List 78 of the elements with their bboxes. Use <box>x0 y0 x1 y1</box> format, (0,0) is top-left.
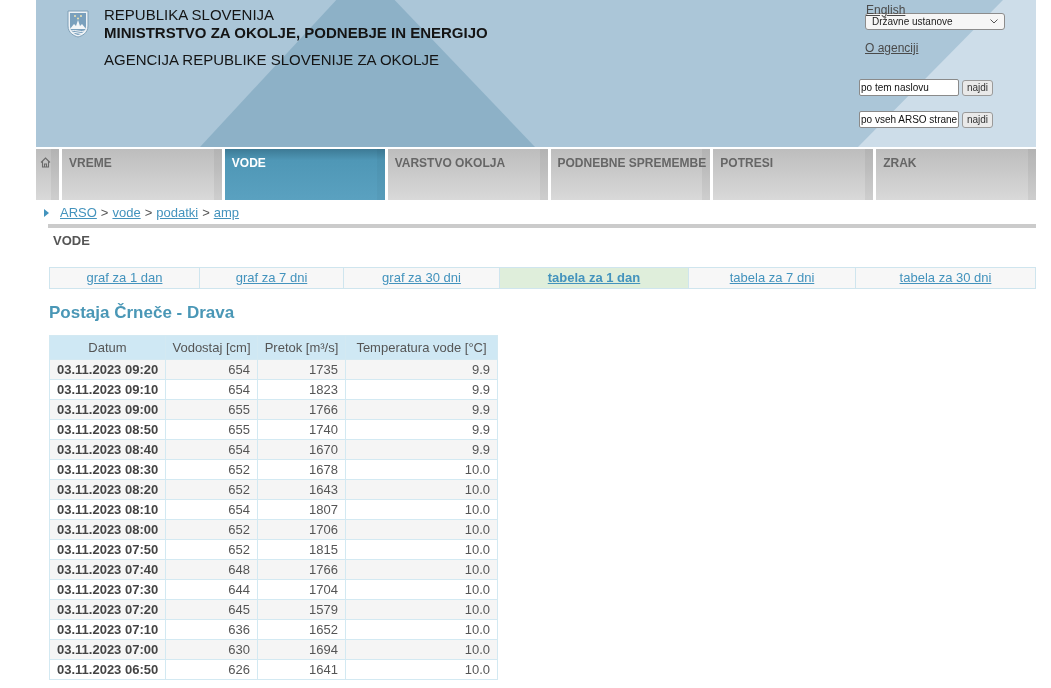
nav-tab[interactable]: VODE <box>224 149 385 200</box>
table-cell: 654 <box>165 499 258 520</box>
about-link[interactable]: O agenciji <box>865 41 919 55</box>
date-cell: 03.11.2023 08:10 <box>49 499 166 520</box>
table-cell: 1815 <box>257 539 346 560</box>
table-cell: 636 <box>165 619 258 640</box>
table-cell: 10.0 <box>345 579 498 600</box>
table-cell: 9.9 <box>345 419 498 440</box>
table-cell: 10.0 <box>345 459 498 480</box>
date-cell: 03.11.2023 07:10 <box>49 619 166 640</box>
table-cell: 10.0 <box>345 539 498 560</box>
table-cell: 1740 <box>257 419 346 440</box>
date-cell: 03.11.2023 09:00 <box>49 399 166 420</box>
breadcrumb-separator: > <box>100 205 109 221</box>
table-cell: 1704 <box>257 579 346 600</box>
view-tab[interactable]: tabela za 1 dan <box>500 268 689 288</box>
column-header: Vodostaj [cm] <box>165 335 258 360</box>
nav-tab[interactable]: VREME <box>62 149 222 200</box>
date-cell: 03.11.2023 08:40 <box>49 439 166 460</box>
view-tab[interactable]: graf za 1 dan <box>50 268 200 288</box>
agency-name: AGENCIJA REPUBLIKE SLOVENIJE ZA OKOLJE <box>104 51 441 69</box>
table-cell: 10.0 <box>345 619 498 640</box>
shield-logo-icon <box>67 10 89 38</box>
date-cell: 03.11.2023 08:30 <box>49 459 166 480</box>
date-cell: 03.11.2023 08:00 <box>49 519 166 540</box>
section-title: VODE <box>52 233 91 249</box>
table-cell: 626 <box>165 659 258 680</box>
date-cell: 03.11.2023 07:20 <box>49 599 166 620</box>
table-cell: 654 <box>165 379 258 400</box>
table-cell: 644 <box>165 579 258 600</box>
search-field[interactable]: po tem naslovu <box>859 79 959 96</box>
date-cell: 03.11.2023 08:20 <box>49 479 166 500</box>
search-field[interactable]: po vseh ARSO strane <box>859 111 959 128</box>
station-title: Postaja Črneče - Drava <box>49 303 236 323</box>
country-name: REPUBLIKA SLOVENIJA <box>104 6 276 24</box>
breadcrumb-link[interactable]: ARSO <box>60 205 97 221</box>
column-header: Pretok [m³/s] <box>257 335 346 360</box>
table-cell: 9.9 <box>345 379 498 400</box>
search-button[interactable]: najdi <box>962 79 993 96</box>
table-cell: 1652 <box>257 619 346 640</box>
ministry-name: MINISTRSTVO ZA OKOLJE, PODNEBJE IN ENERGIJO <box>104 24 488 42</box>
search-button[interactable]: najdi <box>962 111 993 128</box>
nav-tab[interactable]: ZRAK <box>876 149 1037 200</box>
table-cell: 1807 <box>257 499 346 520</box>
date-cell: 03.11.2023 08:50 <box>49 419 166 440</box>
view-tab[interactable]: graf za 7 dni <box>200 268 344 288</box>
date-cell: 03.11.2023 06:50 <box>49 659 166 680</box>
caret-icon <box>990 19 998 24</box>
table-cell: 655 <box>165 419 258 440</box>
date-cell: 03.11.2023 07:40 <box>49 559 166 580</box>
home-icon <box>40 157 51 168</box>
table-cell: 652 <box>165 459 258 480</box>
home-tab[interactable] <box>36 149 59 200</box>
breadcrumb-link[interactable]: amp <box>213 205 240 221</box>
view-tab[interactable]: tabela za 7 dni <box>689 268 856 288</box>
date-cell: 03.11.2023 07:00 <box>49 639 166 660</box>
table-cell: 1678 <box>257 459 346 480</box>
table-cell: 652 <box>165 539 258 560</box>
date-cell: 03.11.2023 07:50 <box>49 539 166 560</box>
breadcrumb-separator: > <box>144 205 153 221</box>
date-cell: 03.11.2023 07:30 <box>49 579 166 600</box>
table-cell: 10.0 <box>345 659 498 680</box>
table-cell: 1823 <box>257 379 346 400</box>
nav-tab[interactable]: PODNEBNE SPREMEMBE <box>550 149 711 200</box>
nav-tab[interactable]: VARSTVO OKOLJA <box>387 149 548 200</box>
view-tab[interactable]: tabela za 30 dni <box>856 268 1035 288</box>
column-header: Temperatura vode [°C] <box>345 335 498 360</box>
date-cell: 03.11.2023 09:20 <box>49 359 166 380</box>
view-tab[interactable]: graf za 30 dni <box>344 268 500 288</box>
triangle-bullet-icon <box>44 209 49 217</box>
breadcrumb-separator: > <box>202 205 210 221</box>
table-cell: 1641 <box>257 659 346 680</box>
breadcrumb-link[interactable]: podatki <box>156 205 199 221</box>
date-cell: 03.11.2023 09:10 <box>49 379 166 400</box>
column-header: Datum <box>49 335 166 360</box>
nav-tab[interactable]: POTRESI <box>713 149 874 200</box>
breadcrumb-link[interactable]: vode <box>112 205 141 221</box>
table-cell: 10.0 <box>345 499 498 520</box>
